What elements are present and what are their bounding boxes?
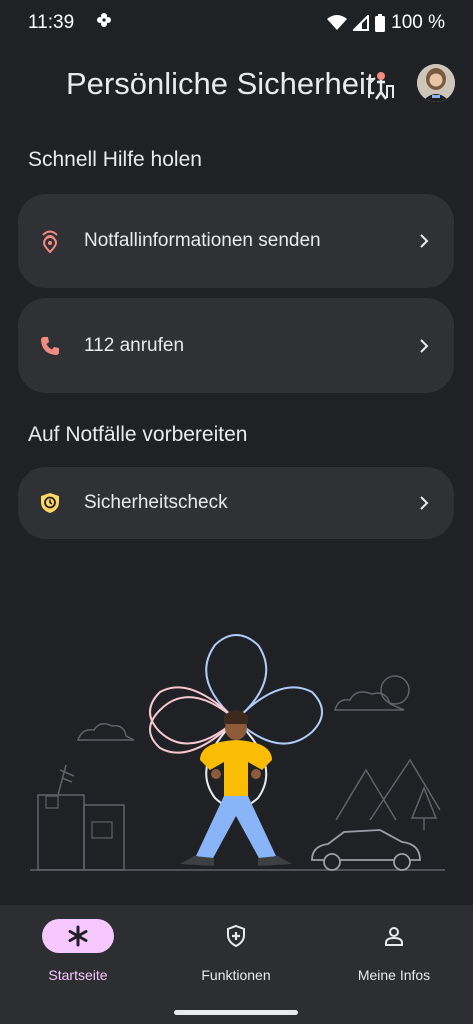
safety-illustration [0, 620, 473, 880]
send-emergency-info-card[interactable]: Notfallinformationen senden [18, 194, 454, 288]
status-bar: 11:39 100 % [0, 0, 473, 46]
safety-illustration-icon [365, 68, 395, 105]
section-heading-quick-help: Schnell Hilfe holen [28, 148, 202, 171]
safety-check-card[interactable]: Sicherheitscheck [18, 467, 454, 539]
wifi-icon [327, 15, 348, 31]
nav-label-funktionen: Funktionen [201, 967, 271, 983]
send-emergency-info-label: Notfallinformationen senden [84, 230, 321, 251]
avatar[interactable] [417, 64, 455, 102]
nav-label-meine-infos: Meine Infos [357, 967, 431, 983]
person-icon [358, 919, 430, 953]
battery-icon [375, 14, 386, 32]
screen: 11:39 100 % Persönliche Sicherheit Schne… [0, 0, 473, 1024]
nav-item-meine-infos[interactable]: Meine Infos [324, 919, 464, 999]
app-header: Persönliche Sicherheit [0, 60, 473, 110]
safety-check-icon [38, 491, 62, 515]
section-heading-prepare: Auf Notfälle vorbereiten [28, 423, 248, 446]
phone-icon [38, 334, 62, 358]
pinwheel-icon [96, 12, 112, 34]
chevron-right-icon [416, 233, 432, 249]
shield-plus-icon [200, 919, 272, 953]
bottom-navigation: Startseite Funktionen Meine Infos [0, 905, 473, 1024]
signal-icon [353, 15, 370, 31]
safety-check-label: Sicherheitscheck [84, 492, 228, 513]
nav-item-funktionen[interactable]: Funktionen [166, 919, 306, 999]
location-share-icon [38, 229, 62, 253]
chevron-right-icon [416, 495, 432, 511]
status-time: 11:39 [28, 12, 75, 33]
call-112-label: 112 anrufen [84, 334, 185, 356]
chevron-right-icon [416, 338, 432, 354]
call-112-card[interactable]: 112 anrufen [18, 298, 454, 393]
asterisk-icon [42, 919, 114, 953]
nav-label-startseite: Startseite [48, 967, 108, 983]
page-title: Persönliche Sicherheit [66, 66, 375, 101]
home-indicator[interactable] [174, 1010, 298, 1015]
nav-item-startseite[interactable]: Startseite [8, 919, 148, 999]
battery-level: 100 % [391, 12, 445, 33]
